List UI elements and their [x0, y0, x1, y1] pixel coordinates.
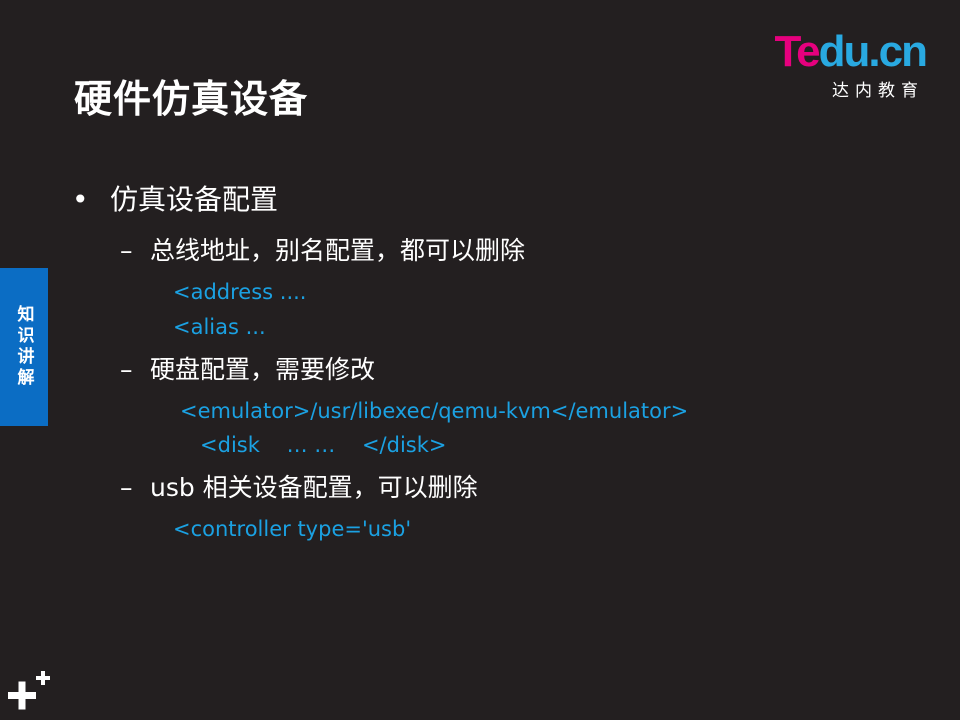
main-bullet-text: 仿真设备配置 [110, 183, 279, 216]
dash-marker: – [120, 236, 133, 265]
code-line: <address .... [173, 280, 307, 304]
sub-bullet-text: 总线地址，别名配置，都可以删除 [150, 236, 526, 265]
main-bullet: • 仿真设备配置 [72, 180, 278, 220]
slide: 硬件仿真设备 Tedu.cn 达内教育 知识讲解 • 仿真设备配置 – 总线地址，别… [0, 0, 960, 720]
dash-marker: – [120, 355, 133, 384]
code-line: <controller type='usb' [173, 517, 412, 541]
code-line: <emulator>/usr/libexec/qemu-kvm</emulato… [180, 399, 689, 423]
bullet-marker: • [72, 183, 89, 216]
section-tab-label: 知识讲解 [13, 305, 34, 389]
sub-bullet-2: – 硬盘配置，需要修改 [120, 353, 375, 387]
sub-bullet-3: – usb 相关设备配置，可以删除 [120, 471, 478, 505]
logo-wordmark: Tedu.cn [774, 27, 928, 76]
tedu-logo: Tedu.cn 达内教育 [746, 27, 928, 102]
plus-plus-icon [8, 671, 50, 710]
logo-subtitle: 达内教育 [832, 81, 924, 101]
dash-marker: – [120, 473, 133, 502]
sub-bullet-text: 硬盘配置，需要修改 [150, 355, 376, 384]
code-line: <alias ... [173, 315, 266, 339]
code-line: <disk … … </disk> [180, 433, 447, 457]
section-tab: 知识讲解 [0, 268, 48, 426]
sub-bullet-text: usb 相关设备配置，可以删除 [150, 473, 478, 502]
sub-bullet-1: – 总线地址，别名配置，都可以删除 [120, 234, 525, 268]
page-title: 硬件仿真设备 [74, 77, 309, 121]
